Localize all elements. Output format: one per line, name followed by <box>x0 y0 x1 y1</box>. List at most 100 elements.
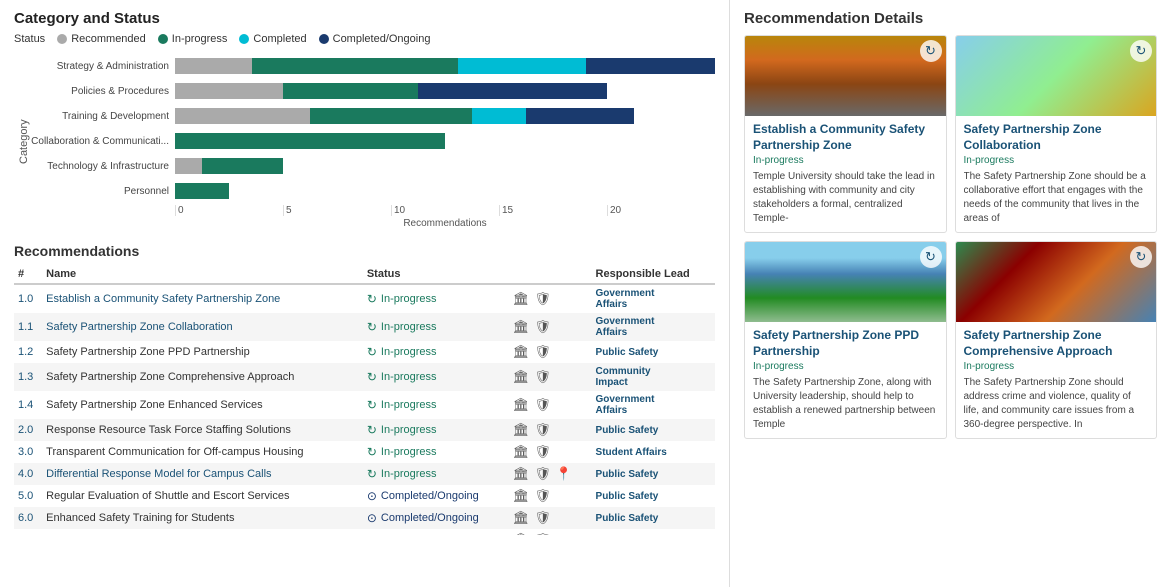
lead-line: Government <box>596 288 711 299</box>
shield-icon[interactable]: 🛡 <box>534 466 551 481</box>
legend-recommended: Recommended <box>57 33 146 45</box>
shield-icon[interactable]: 🛡 <box>534 344 551 359</box>
table-row[interactable]: 5.0 Regular Evaluation of Shuttle and Es… <box>14 485 715 507</box>
cell-lead: Public Safety <box>592 507 715 529</box>
x-axis: 05101520 <box>30 205 715 216</box>
lead-line: Affairs <box>596 327 711 338</box>
cell-status: ↻ In-progress <box>363 529 508 535</box>
cell-icons: 🏛 🛡 <box>508 485 592 507</box>
rec-name: Safety Partnership Zone Comprehensive Ap… <box>46 371 294 383</box>
lead-line: Public Safety <box>596 347 711 358</box>
shield-icon[interactable]: 🛡 <box>534 397 551 412</box>
shield-icon[interactable]: 🛡 <box>534 291 551 306</box>
bar-row: Strategy & Administration <box>30 55 715 77</box>
building-icon[interactable]: 🏛 <box>513 397 530 412</box>
table-row[interactable]: 1.1 Safety Partnership Zone Collaboratio… <box>14 313 715 341</box>
lead-line: Government <box>596 394 711 405</box>
rec-name-link[interactable]: Establish a Community Safety Partnership… <box>46 293 280 305</box>
building-icon[interactable]: 🏛 <box>513 369 530 384</box>
seg-recommended <box>175 108 310 124</box>
card-status: In-progress <box>964 155 1149 166</box>
building-icon[interactable]: 🏛 <box>513 344 530 359</box>
recommendation-card[interactable]: ↻ Safety Partnership Zone PPD Partnershi… <box>744 241 947 439</box>
cell-num: 1.0 <box>14 284 42 313</box>
seg-completedOngoing <box>526 108 634 124</box>
recommendation-card[interactable]: ↻ Safety Partnership Zone Comprehensive … <box>955 241 1158 439</box>
card-image: ↻ <box>745 36 946 116</box>
card-image: ↻ <box>956 242 1157 322</box>
card-body: Safety Partnership Zone Collaboration In… <box>956 116 1157 232</box>
chart-inner: Strategy & Administration Policies & Pro… <box>30 55 715 229</box>
cell-num: 1.1 <box>14 313 42 341</box>
lead-text: Student Affairs <box>596 447 711 458</box>
bar-row: Technology & Infrastructure <box>30 155 715 177</box>
table-row[interactable]: 1.4 Safety Partnership Zone Enhanced Ser… <box>14 391 715 419</box>
chart-section-title: Category and Status <box>14 10 715 27</box>
lead-line: Affairs <box>596 405 711 416</box>
shield-icon[interactable]: 🛡 <box>534 488 551 503</box>
inprogress-dot <box>158 34 168 44</box>
building-icon[interactable]: 🏛 <box>513 466 530 481</box>
seg-inprogress <box>202 158 283 174</box>
card-refresh-icon[interactable]: ↻ <box>920 246 942 268</box>
legend-completedOngoing-label: Completed/Ongoing <box>333 33 431 45</box>
table-row[interactable]: 1.3 Safety Partnership Zone Comprehensiv… <box>14 363 715 391</box>
completed-dot <box>239 34 249 44</box>
cell-num: 1.2 <box>14 341 42 363</box>
table-scroll[interactable]: # Name Status Responsible Lead 1.0 Estab… <box>14 265 715 535</box>
shield-icon[interactable]: 🛡 <box>534 422 551 437</box>
shield-icon[interactable]: 🛡 <box>534 319 551 334</box>
bar-label: Technology & Infrastructure <box>30 161 175 172</box>
building-icon[interactable]: 🏛 <box>513 510 530 525</box>
bar-chart-area: Category Strategy & Administration Polic… <box>14 55 715 229</box>
shield-icon[interactable]: 🛡 <box>534 532 551 535</box>
card-refresh-icon[interactable]: ↻ <box>1130 246 1152 268</box>
table-row[interactable]: 1.2 Safety Partnership Zone PPD Partners… <box>14 341 715 363</box>
cell-icons: 🏛 🛡 <box>508 284 592 313</box>
building-icon[interactable]: 🏛 <box>513 319 530 334</box>
x-tick: 10 <box>391 205 499 216</box>
legend: Status Recommended In-progress Completed… <box>14 33 715 45</box>
cell-name: Regular Evaluation of Shuttle and Escort… <box>42 485 363 507</box>
recommendation-card[interactable]: ↻ Establish a Community Safety Partnersh… <box>744 35 947 233</box>
cell-num: 5.0 <box>14 485 42 507</box>
shield-icon[interactable]: 🛡 <box>534 444 551 459</box>
rec-name: Enhanced Safety Training for Students <box>46 512 234 524</box>
lead-text: Public Safety <box>596 535 711 536</box>
building-icon[interactable]: 🏛 <box>513 444 530 459</box>
table-row[interactable]: 3.0 Transparent Communication for Off-ca… <box>14 441 715 463</box>
building-icon[interactable]: 🏛 <box>513 488 530 503</box>
lead-line: Public Safety <box>596 535 711 536</box>
rec-name: Regular Evaluation of Shuttle and Escort… <box>46 490 289 502</box>
table-row[interactable]: 4.0 Differential Response Model for Camp… <box>14 463 715 485</box>
cell-num: 2.0 <box>14 419 42 441</box>
rec-name-link[interactable]: Safety Partnership Zone Collaboration <box>46 321 233 333</box>
building-icon[interactable]: 🏛 <box>513 532 530 535</box>
shield-icon[interactable]: 🛡 <box>534 510 551 525</box>
cell-status: ↻ In-progress <box>363 284 508 313</box>
card-refresh-icon[interactable]: ↻ <box>1130 40 1152 62</box>
table-row[interactable]: 2.0 Response Resource Task Force Staffin… <box>14 419 715 441</box>
recommended-dot <box>57 34 67 44</box>
right-panel: Recommendation Details ↻ Establish a Com… <box>730 0 1171 587</box>
location-icon[interactable]: 📍 <box>556 466 572 481</box>
card-refresh-icon[interactable]: ↻ <box>920 40 942 62</box>
shield-icon[interactable]: 🛡 <box>534 369 551 384</box>
bar-label: Policies & Procedures <box>30 86 175 97</box>
cell-status: ↻ In-progress <box>363 391 508 419</box>
x-tick: 5 <box>283 205 391 216</box>
rec-name-link[interactable]: Differential Response Model for Campus C… <box>46 468 271 480</box>
table-row[interactable]: 6.0 Enhanced Safety Training for Student… <box>14 507 715 529</box>
recommendation-card[interactable]: ↻ Safety Partnership Zone Collaboration … <box>955 35 1158 233</box>
cell-lead: CommunityImpact <box>592 363 715 391</box>
lead-line: Affairs <box>596 299 711 310</box>
bar-row: Collaboration & Communicati... <box>30 130 715 152</box>
lead-text: Public Safety <box>596 425 711 436</box>
table-row[interactable]: 7.0 Strengthen Partnerships with Existin… <box>14 529 715 535</box>
cell-name: Enhanced Safety Training for Students <box>42 507 363 529</box>
building-icon[interactable]: 🏛 <box>513 422 530 437</box>
lead-line: Public Safety <box>596 491 711 502</box>
status-text: Completed/Ongoing <box>381 512 479 524</box>
building-icon[interactable]: 🏛 <box>513 291 530 306</box>
table-row[interactable]: 1.0 Establish a Community Safety Partner… <box>14 284 715 313</box>
